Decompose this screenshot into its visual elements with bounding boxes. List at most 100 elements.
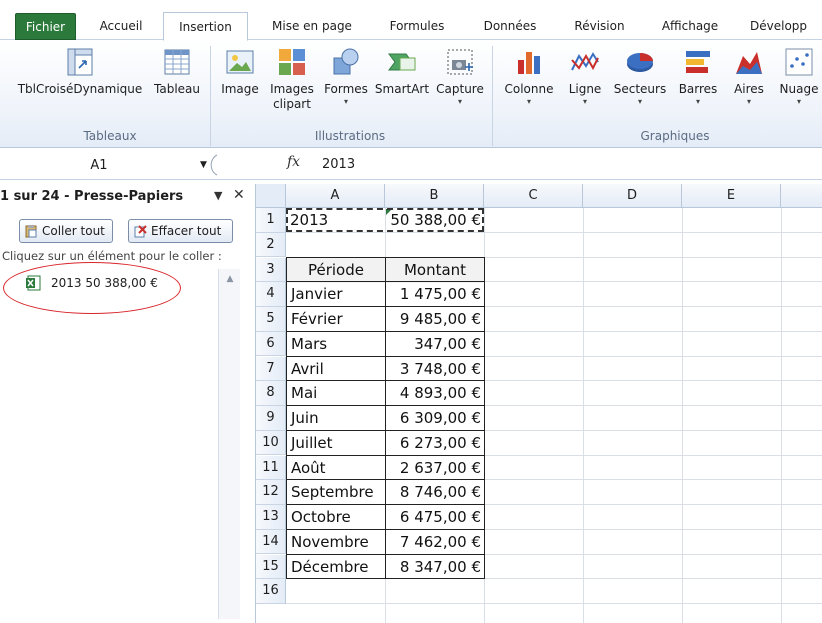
column-header-a[interactable]: A <box>286 184 385 208</box>
row-header[interactable]: 13 <box>256 505 286 530</box>
gridline <box>682 208 683 623</box>
tab-insert[interactable]: Insertion <box>163 12 248 41</box>
column-header-b[interactable]: B <box>385 184 484 208</box>
cell-a1[interactable]: 2013 <box>286 208 385 233</box>
tab-view[interactable]: Affichage <box>648 12 732 40</box>
tab-review[interactable]: Révision <box>562 12 637 40</box>
table-row-amount[interactable]: 1 475,00 € <box>386 282 484 307</box>
table-header-period[interactable]: Période <box>287 258 385 283</box>
area-chart-icon <box>736 52 762 74</box>
table-row-amount[interactable]: 6 309,00 € <box>386 406 484 431</box>
clipboard-scrollbar[interactable]: ▲ <box>218 269 240 619</box>
insert-function-icon[interactable]: fx <box>287 154 300 170</box>
column-chart-button[interactable]: Colonne ▾ <box>498 46 560 107</box>
table-row-month[interactable]: Septembre <box>287 480 385 505</box>
table-row-month[interactable]: Novembre <box>287 530 385 555</box>
row-header[interactable]: 2 <box>256 232 286 258</box>
capture-button[interactable]: Capture ▾ <box>434 46 486 107</box>
table-row-amount[interactable]: 3 748,00 € <box>386 357 484 382</box>
group-separator <box>492 46 493 146</box>
clipboard-hint: Cliquez sur un élément pour le coller : <box>2 249 222 263</box>
cell-b1[interactable]: 50 388,00 € <box>385 208 484 233</box>
table-row-month[interactable]: Janvier <box>287 282 385 307</box>
picture-icon <box>226 50 254 74</box>
row-header[interactable]: 9 <box>256 406 286 431</box>
table-row-amount[interactable]: 6 475,00 € <box>386 505 484 530</box>
table-row-amount[interactable]: 9 485,00 € <box>386 307 484 332</box>
pivot-table-button[interactable]: TblCroiséDynamique <box>14 46 146 97</box>
table-row-month[interactable]: Août <box>287 456 385 481</box>
clipart-button[interactable]: Images clipart <box>266 46 318 112</box>
table-row-month[interactable]: Juin <box>287 406 385 431</box>
table-row-month[interactable]: Avril <box>287 357 385 382</box>
table-row-month[interactable]: Décembre <box>287 555 385 580</box>
table-row-amount[interactable]: 7 462,00 € <box>386 530 484 555</box>
column-dropdown-arrow-icon: ▾ <box>526 97 531 106</box>
table-row-amount[interactable]: 2 637,00 € <box>386 456 484 481</box>
row-header[interactable]: 15 <box>256 554 286 580</box>
pie-dropdown-arrow-icon: ▾ <box>637 97 642 106</box>
table-row-month[interactable]: Février <box>287 307 385 332</box>
pie-chart-button[interactable]: Secteurs ▾ <box>610 46 670 107</box>
clipboard-pane-title: 1 sur 24 - Presse-Papiers <box>0 189 184 204</box>
scatter-chart-button[interactable]: Nuage ▾ <box>776 46 822 107</box>
tab-formulas[interactable]: Formules <box>376 12 458 40</box>
row-header[interactable]: 10 <box>256 430 286 456</box>
table-row-amount[interactable]: 347,00 € <box>386 332 484 357</box>
row-header[interactable]: 8 <box>256 381 286 406</box>
close-icon[interactable]: ✕ <box>233 187 245 203</box>
row-header[interactable]: 16 <box>256 579 286 604</box>
column-header-f[interactable] <box>781 184 822 208</box>
scroll-up-icon[interactable]: ▲ <box>221 271 239 287</box>
formula-input[interactable]: 2013 <box>322 157 355 172</box>
clipboard-item[interactable]: 2013 50 388,00 € <box>25 272 158 294</box>
table-button[interactable]: Tableau <box>148 46 206 97</box>
select-all-corner[interactable] <box>256 184 286 208</box>
table-row-month[interactable]: Octobre <box>287 505 385 530</box>
row-header[interactable]: 3 <box>256 257 286 283</box>
line-chart-button[interactable]: Ligne ▾ <box>562 46 608 107</box>
image-button[interactable]: Image <box>216 46 264 97</box>
clear-all-button[interactable]: Effacer tout <box>128 219 233 243</box>
row-header[interactable]: 14 <box>256 529 286 555</box>
row-header[interactable]: 4 <box>256 282 286 307</box>
area-chart-label: Aires <box>734 82 764 96</box>
formula-bar-divider-icon <box>210 154 218 176</box>
bar-chart-button[interactable]: Barres ▾ <box>672 46 724 107</box>
row-header[interactable]: 12 <box>256 480 286 505</box>
smartart-button[interactable]: SmartArt <box>372 46 432 97</box>
pivot-table-label: TblCroiséDynamique <box>17 82 143 96</box>
tab-developer[interactable]: Développ <box>744 12 822 40</box>
tab-page-layout[interactable]: Mise en page <box>260 12 364 40</box>
row-header[interactable]: 7 <box>256 356 286 382</box>
table-row-month[interactable]: Juillet <box>287 431 385 456</box>
column-header-d[interactable]: D <box>583 184 682 208</box>
area-chart-button[interactable]: Aires ▾ <box>726 46 772 107</box>
row-header[interactable]: 6 <box>256 331 286 357</box>
column-header-e[interactable]: E <box>682 184 781 208</box>
pane-options-icon[interactable]: ▼ <box>214 189 222 202</box>
table-row-amount[interactable]: 6 273,00 € <box>386 431 484 456</box>
column-chart-label: Colonne <box>504 82 554 96</box>
tab-file[interactable]: Fichier <box>15 13 76 40</box>
row-header[interactable]: 5 <box>256 307 286 332</box>
column-header-c[interactable]: C <box>484 184 583 208</box>
shapes-button[interactable]: Formes ▾ <box>320 46 372 107</box>
table-row-month[interactable]: Mai <box>287 381 385 406</box>
table-row-border <box>286 330 485 332</box>
smartart-label: SmartArt <box>374 82 430 96</box>
row-header[interactable]: 1 <box>256 208 286 233</box>
name-box[interactable]: A1 ▼ <box>14 155 207 177</box>
tab-home[interactable]: Accueil <box>86 12 156 40</box>
row-header[interactable]: 11 <box>256 455 286 481</box>
table-row-month[interactable]: Mars <box>287 332 385 357</box>
table-icon <box>164 49 190 75</box>
paste-all-button[interactable]: Coller tout <box>19 219 113 243</box>
tab-data[interactable]: Données <box>470 12 550 40</box>
table-row-amount[interactable]: 8 347,00 € <box>386 555 484 580</box>
table-header-amount[interactable]: Montant <box>386 258 484 283</box>
group-label-illustrations: Illustrations <box>314 129 386 143</box>
formula-bar: A1 ▼ fx 2013 <box>0 150 822 180</box>
table-row-amount[interactable]: 8 746,00 € <box>386 480 484 505</box>
table-row-amount[interactable]: 4 893,00 € <box>386 381 484 406</box>
